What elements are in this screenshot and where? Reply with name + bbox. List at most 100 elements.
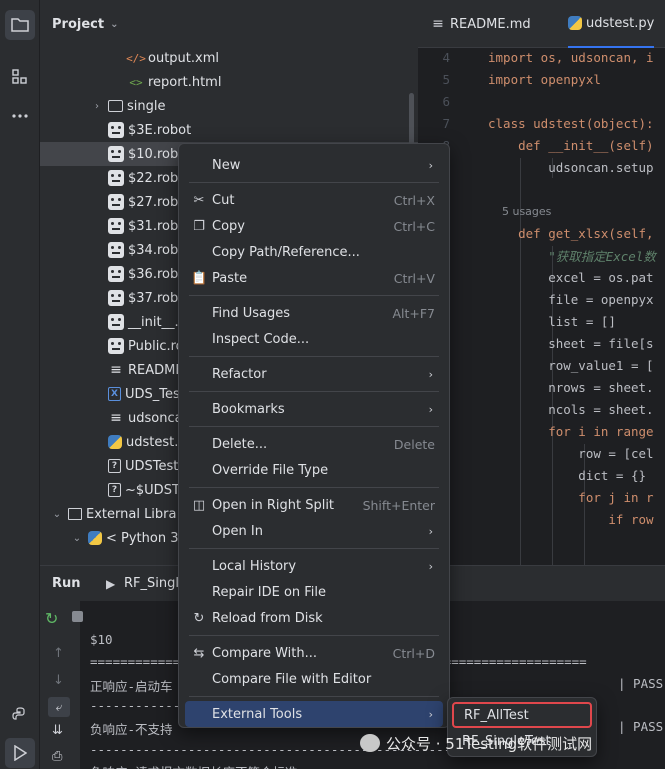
line-number: 4 [442, 49, 450, 65]
menu-separator [189, 356, 439, 357]
copy-icon: ❐ [193, 218, 205, 234]
run-config-icon: ▶ [106, 576, 116, 591]
code-line[interactable]: 5 import openpyxl [418, 68, 665, 90]
menu-item-label: Delete... [212, 436, 268, 452]
chevron-icon[interactable]: ⌄ [70, 533, 84, 544]
code-line[interactable]: ncols = sheet. [418, 398, 665, 420]
code-line[interactable]: 8 def __init__(self) [418, 134, 665, 156]
menu-item-copy-path-reference[interactable]: Copy Path/Reference... [185, 239, 443, 265]
code-line[interactable]: 7 class udstest(object): [418, 112, 665, 134]
code-line[interactable]: "获取指定Excel数 [418, 244, 665, 266]
menu-item-cut[interactable]: ✂ Cut Ctrl+X [185, 187, 443, 213]
menu-item-open-in[interactable]: Open In › [185, 518, 443, 544]
menu-item-compare-file-with-editor[interactable]: Compare File with Editor [185, 666, 443, 692]
menu-item-new[interactable]: New › [185, 152, 443, 178]
code-line[interactable]: file = openpyx [418, 288, 665, 310]
code-line[interactable]: 4 import os, udsoncan, i [418, 46, 665, 68]
python-console-icon[interactable] [5, 700, 35, 730]
stop-icon[interactable] [72, 611, 83, 622]
menu-item-refactor[interactable]: Refactor › [185, 361, 443, 387]
excel-file-icon: X [108, 387, 121, 401]
print-icon[interactable]: ⎙ [52, 749, 62, 764]
html-file-icon: <> [129, 75, 143, 89]
menu-item-bookmarks[interactable]: Bookmarks › [185, 396, 443, 422]
code-line[interactable]: nrows = sheet. [418, 376, 665, 398]
code-text: class udstest(object): [488, 115, 654, 131]
line-number: 5 [442, 71, 450, 87]
python-file-icon [88, 531, 102, 545]
project-folder-icon[interactable] [5, 10, 35, 40]
menu-item-label: New [212, 157, 241, 173]
chevron-icon[interactable]: › [90, 101, 104, 112]
menu-item-paste[interactable]: 📋 Paste Ctrl+V [185, 265, 443, 291]
editor-area: ≡ README.md udstest.py 4 import os, udson… [418, 0, 665, 565]
code-line[interactable]: sheet = file[s [418, 332, 665, 354]
menu-item-label: Refactor [212, 366, 267, 382]
menu-item-rf-alltest[interactable]: RF_AllTest [452, 702, 592, 728]
tree-item[interactable]: › single [40, 94, 418, 118]
code-line[interactable]: 6 [418, 90, 665, 112]
chevron-down-icon: ⌄ [110, 18, 119, 30]
menu-item-repair-ide-on-file[interactable]: Repair IDE on File [185, 579, 443, 605]
line-number: 7 [442, 115, 450, 131]
robot-file-icon [108, 122, 124, 138]
code-line[interactable]: udsoncan.setup [418, 156, 665, 178]
code-text: list = [] [488, 313, 616, 329]
tree-item[interactable]: </> output.xml [40, 46, 418, 70]
chevron-icon[interactable]: ⌄ [50, 509, 64, 520]
menu-item-label: Override File Type [212, 462, 329, 478]
code-text: for j in r [488, 489, 654, 505]
code-line[interactable]: excel = os.pat [418, 266, 665, 288]
console-pass: | PASS [618, 676, 664, 691]
menu-item-find-usages[interactable]: Find Usages Alt+F7 [185, 300, 443, 326]
scroll-to-end-icon[interactable]: ⇊ [52, 723, 63, 738]
code-line[interactable]: dict = {} [418, 464, 665, 486]
text-file-icon: ≡ [110, 410, 122, 426]
code-line[interactable]: for i in range [418, 420, 665, 442]
tab-readme[interactable]: ≡ README.md [430, 0, 531, 48]
run-tool-icon[interactable] [5, 738, 35, 768]
code-line[interactable]: 5 usages [418, 200, 665, 222]
code-text: 5 usages [488, 204, 552, 218]
code-text: sheet = file[s [488, 335, 654, 351]
arrow-up-icon[interactable]: ↑ [53, 646, 64, 661]
code-line[interactable]: for j in r [418, 486, 665, 508]
menu-item-local-history[interactable]: Local History › [185, 553, 443, 579]
more-tools-icon[interactable] [5, 101, 35, 131]
code-line[interactable] [418, 178, 665, 200]
code-line[interactable]: def get_xlsx(self, [418, 222, 665, 244]
tab-udstest[interactable]: udstest.py [568, 0, 655, 48]
menu-item-label: Repair IDE on File [212, 584, 327, 600]
code-line[interactable]: if row [418, 508, 665, 530]
tree-item[interactable]: <> report.html [40, 70, 418, 94]
menu-item-label: Reload from Disk [212, 610, 323, 626]
menu-item-inspect-code[interactable]: Inspect Code... [185, 326, 443, 352]
library-icon [68, 508, 82, 520]
menu-separator [189, 635, 439, 636]
code-line[interactable]: row_value1 = [ [418, 354, 665, 376]
arrow-down-icon[interactable]: ↓ [53, 673, 64, 688]
code-text: import os, udsoncan, i [488, 49, 654, 65]
code-text: "获取指定Excel数 [488, 248, 656, 264]
code-line[interactable]: row = [cel [418, 442, 665, 464]
menu-separator [189, 426, 439, 427]
menu-item-copy[interactable]: ❐ Copy Ctrl+C [185, 213, 443, 239]
structure-icon[interactable] [5, 62, 35, 92]
menu-item-override-file-type[interactable]: Override File Type [185, 457, 443, 483]
code-text: def get_xlsx(self, [488, 225, 654, 241]
project-header[interactable]: Project ⌄ [40, 0, 418, 48]
menu-item-delete[interactable]: Delete... Delete [185, 431, 443, 457]
code-text: excel = os.pat [488, 269, 654, 285]
menu-item-compare-with[interactable]: ⇆ Compare With... Ctrl+D [185, 640, 443, 666]
code-line[interactable]: list = [] [418, 310, 665, 332]
tree-item[interactable]: $3E.robot [40, 118, 418, 142]
soft-wrap-icon[interactable]: ⤶ [48, 697, 70, 717]
menu-item-open-in-right-split[interactable]: ◫ Open in Right Split Shift+Enter [185, 492, 443, 518]
tab-run[interactable]: Run [52, 576, 81, 591]
rerun-icon[interactable]: ↻ [45, 609, 58, 628]
menu-lines-icon: ≡ [432, 16, 444, 32]
menu-item-shortcut: Shift+Enter [362, 497, 435, 513]
menu-item-external-tools[interactable]: External Tools › [185, 701, 443, 727]
unknown-file-icon: ? [108, 459, 121, 473]
menu-item-reload-from-disk[interactable]: ↻ Reload from Disk [185, 605, 443, 631]
